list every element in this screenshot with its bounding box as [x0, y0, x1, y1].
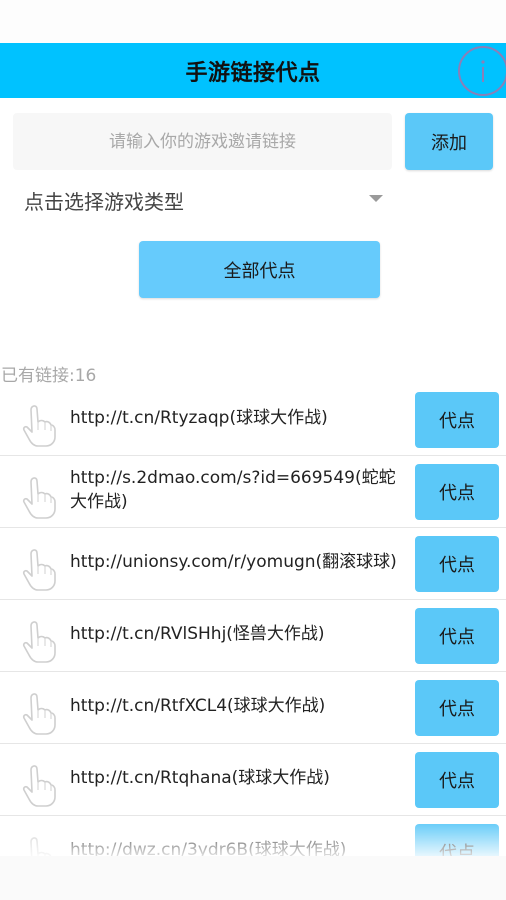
add-link-row: 添加: [13, 113, 493, 170]
proxy-button[interactable]: 代点: [415, 608, 499, 664]
game-type-select[interactable]: 点击选择游戏类型: [13, 178, 393, 222]
proxy-button[interactable]: 代点: [415, 824, 499, 856]
link-text: http://t.cn/Rtqhana(球球大作战): [70, 768, 330, 788]
proxy-button[interactable]: 代点: [415, 392, 499, 448]
link-text: http://s.2dmao.com/s?id=669549(蛇蛇大作战): [70, 468, 396, 512]
add-button[interactable]: 添加: [405, 113, 493, 170]
link-count-value: 16: [74, 366, 97, 386]
link-text: http://t.cn/RtfXCL4(球球大作战): [70, 696, 326, 716]
hand-pointer-icon: [22, 692, 58, 736]
game-type-select-label: 点击选择游戏类型: [24, 189, 184, 214]
link-input[interactable]: [13, 113, 392, 170]
page-title: 手游链接代点: [185, 60, 321, 86]
hand-pointer-icon: [22, 404, 58, 448]
list-item: http://t.cn/RVlSHhj(怪兽大作战) 代点: [0, 600, 506, 672]
list-item: http://t.cn/Rtqhana(球球大作战) 代点: [0, 744, 506, 816]
hand-pointer-icon: [22, 548, 58, 592]
proxy-button[interactable]: 代点: [415, 464, 499, 520]
hand-pointer-icon: [22, 836, 58, 856]
hand-pointer-icon: [22, 620, 58, 664]
link-text: http://t.cn/RVlSHhj(怪兽大作战): [70, 624, 325, 644]
link-text: http://unionsy.com/r/yomugn(翻滚球球): [70, 552, 397, 572]
dropdown-caret-icon: [369, 195, 383, 202]
info-icon: [481, 60, 485, 82]
list-item: http://s.2dmao.com/s?id=669549(蛇蛇大作战) 代点: [0, 456, 506, 528]
list-item: http://unionsy.com/r/yomugn(翻滚球球) 代点: [0, 528, 506, 600]
app-bar: 手游链接代点: [0, 43, 506, 98]
proxy-all-button[interactable]: 全部代点: [139, 241, 380, 298]
list-item: http://dwz.cn/3ydr6B(球球大作战) 代点: [0, 816, 506, 856]
hand-pointer-icon: [22, 476, 58, 520]
list-item: http://t.cn/RtfXCL4(球球大作战) 代点: [0, 672, 506, 744]
link-count: 已有链接:16: [1, 361, 96, 386]
link-text: http://dwz.cn/3ydr6B(球球大作战): [70, 840, 347, 856]
proxy-button[interactable]: 代点: [415, 536, 499, 592]
proxy-button[interactable]: 代点: [415, 752, 499, 808]
info-button[interactable]: [458, 46, 506, 96]
link-count-prefix: 已有链接:: [1, 366, 75, 386]
list-item: http://t.cn/Rtyzaqp(球球大作战) 代点: [0, 384, 506, 456]
hand-pointer-icon: [22, 764, 58, 808]
link-list[interactable]: http://t.cn/Rtyzaqp(球球大作战) 代点 http://s.2dm…: [0, 384, 506, 856]
status-bar: [0, 0, 506, 43]
navigation-bar: [0, 856, 506, 900]
link-text: http://t.cn/Rtyzaqp(球球大作战): [70, 408, 328, 428]
proxy-button[interactable]: 代点: [415, 680, 499, 736]
